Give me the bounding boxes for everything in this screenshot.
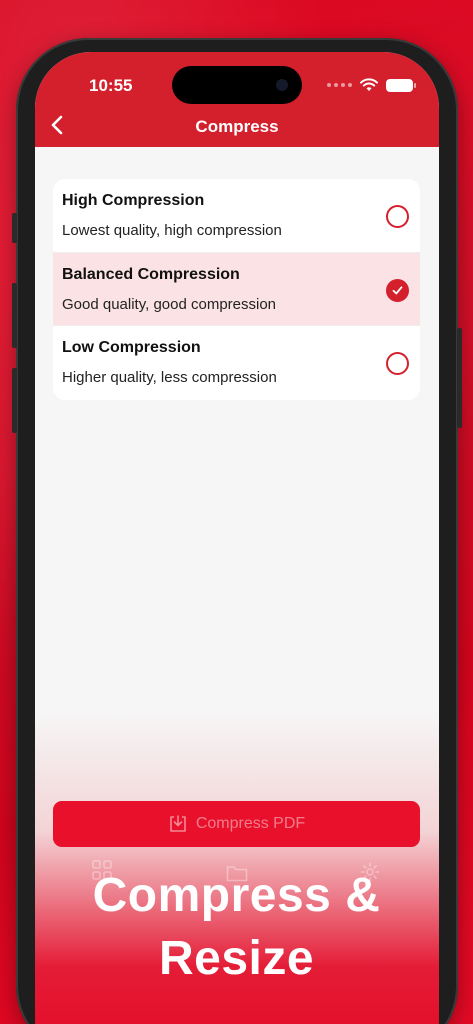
page-title: Compress — [195, 117, 279, 136]
wifi-icon — [360, 78, 378, 91]
status-time: 10:55 — [89, 76, 133, 95]
volume-up-button — [12, 283, 17, 348]
option-balanced-compression[interactable]: Balanced Compression Good quality, good … — [53, 252, 420, 326]
dynamic-island — [172, 66, 302, 104]
compress-pdf-label: Compress PDF — [195, 815, 306, 832]
option-title: High Compression — [62, 192, 205, 209]
option-low-compression[interactable]: Low Compression Higher quality, less com… — [53, 326, 420, 400]
option-title: Balanced Compression — [62, 265, 240, 283]
silent-switch — [12, 213, 17, 243]
status-icons — [327, 78, 416, 92]
option-high-compression[interactable]: High Compression Lowest quality, high co… — [53, 179, 420, 253]
option-description: Higher quality, less compression — [62, 369, 277, 386]
battery-icon — [386, 78, 416, 92]
option-description: Lowest quality, high compression — [62, 222, 282, 239]
compression-options-list: High Compression Lowest quality, high co… — [53, 179, 420, 400]
option-title: Low Compression — [62, 339, 201, 356]
radio-unchecked-icon[interactable] — [386, 205, 409, 228]
nav-header: 10:55 Compress — [35, 52, 439, 147]
camera-icon — [276, 79, 288, 91]
radio-unchecked-icon[interactable] — [386, 352, 409, 375]
volume-down-button — [12, 368, 17, 433]
power-button — [457, 328, 462, 428]
option-description: Good quality, good compression — [62, 295, 277, 313]
promo-headline: Compress & Resize — [0, 864, 473, 990]
promo-line-2: Resize — [158, 932, 315, 985]
signal-icon — [327, 83, 352, 87]
compress-pdf-button[interactable]: Compress PDF — [53, 801, 420, 847]
radio-checked-icon[interactable] — [386, 278, 409, 302]
promo-line-1: Compress & — [92, 869, 381, 922]
download-tray-icon — [170, 815, 186, 832]
